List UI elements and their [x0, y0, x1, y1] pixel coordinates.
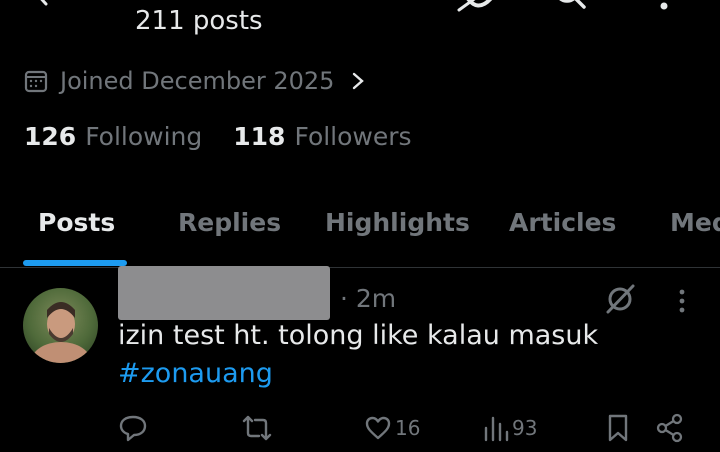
share-button[interactable] — [656, 412, 684, 444]
following-count: 126 — [24, 122, 77, 151]
followers-count: 118 — [233, 122, 286, 151]
views-button[interactable]: 93 — [483, 412, 537, 444]
bookmark-button[interactable] — [606, 412, 630, 444]
post-timestamp: · 2m — [340, 284, 397, 313]
views-icon — [484, 416, 509, 442]
following-label: Following — [85, 122, 203, 151]
reply-icon — [119, 415, 147, 442]
calendar-icon — [24, 70, 48, 93]
joined-date: Joined December 2025 — [60, 67, 335, 95]
hashtag-link[interactable]: #zonauang — [118, 358, 273, 389]
tabs-divider — [0, 267, 720, 268]
views-count: 93 — [512, 416, 538, 440]
search-icon[interactable] — [553, 0, 587, 12]
like-icon — [365, 416, 391, 440]
repost-icon — [242, 415, 272, 441]
following-link[interactable]: 126 Following — [24, 122, 202, 151]
followers-link[interactable]: 118 Followers — [233, 122, 411, 151]
followers-label: Followers — [294, 122, 412, 151]
avatar[interactable] — [23, 288, 98, 363]
redacted-name — [118, 266, 330, 320]
tab-articles[interactable]: Articles — [509, 208, 616, 237]
active-tab-indicator — [23, 260, 127, 266]
follow-stats: 126 Following 118 Followers — [24, 122, 412, 151]
grok-icon[interactable] — [603, 282, 637, 316]
tab-replies[interactable]: Replies — [178, 208, 281, 237]
chevron-right-icon — [353, 72, 365, 90]
share-icon — [656, 413, 683, 443]
post-text: izin test ht. tolong like kalau masuk — [118, 320, 599, 351]
like-button[interactable]: 16 — [364, 412, 420, 444]
like-count: 16 — [395, 416, 421, 440]
back-arrow-icon[interactable] — [30, 0, 56, 6]
bookmark-icon — [608, 414, 628, 442]
joined-date-row[interactable]: Joined December 2025 — [24, 64, 366, 98]
repost-button[interactable] — [241, 412, 273, 444]
profile-tabs: Posts Replies Highlights Articles Media — [0, 196, 720, 268]
tab-media[interactable]: Media — [670, 208, 720, 237]
posts-count: 211 posts — [135, 6, 263, 36]
more-icon[interactable] — [655, 0, 673, 12]
reply-button[interactable] — [118, 412, 148, 444]
tab-posts[interactable]: Posts — [38, 208, 115, 237]
more-icon[interactable] — [670, 286, 694, 316]
grok-icon[interactable] — [455, 0, 499, 12]
tab-highlights[interactable]: Highlights — [325, 208, 470, 237]
